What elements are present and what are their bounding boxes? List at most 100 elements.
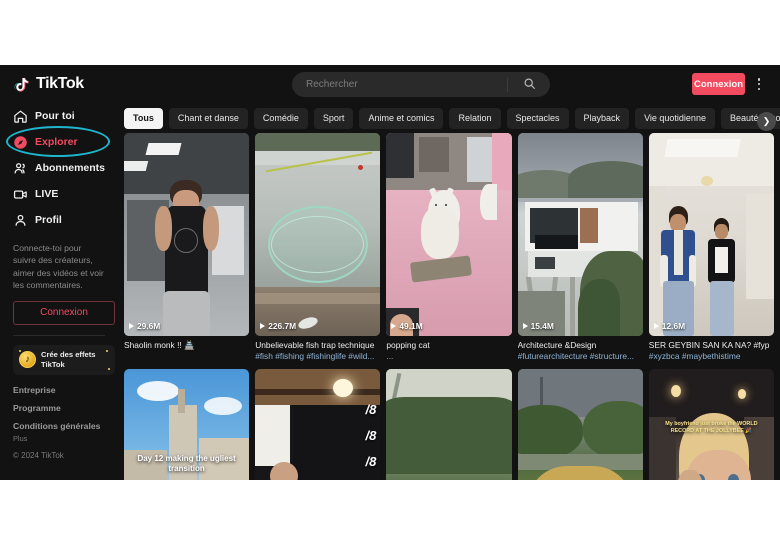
search-button[interactable]	[508, 72, 550, 97]
video-caption-text: Shaolin monk !! 🏯	[124, 340, 195, 350]
tab-sport[interactable]: Sport	[313, 107, 354, 129]
footer-link-conditions[interactable]: Conditions générales	[13, 421, 105, 431]
video-hashtags: ...	[386, 351, 394, 362]
view-count-badge: 49.1M	[391, 321, 423, 331]
score-overlay: /8 /8 /8 /8	[366, 397, 377, 480]
tab-playback[interactable]: Playback	[574, 107, 630, 129]
score-row: /8	[365, 402, 377, 418]
tiktok-logo[interactable]: TikTok	[12, 75, 120, 94]
footer-more-link[interactable]: Plus	[13, 434, 105, 443]
score-row: /8	[365, 454, 377, 470]
view-count-badge: 15.4M	[522, 321, 554, 331]
video-caption: Architecture &Design #futurearchitecture…	[518, 340, 643, 363]
thumbnail-art	[648, 133, 774, 336]
sidebar-item-abonnements[interactable]: Abonnements	[8, 155, 110, 181]
view-count-badge: 12.6M	[653, 321, 686, 331]
view-count-value: 12.6M	[661, 321, 686, 331]
video-thumbnail[interactable]	[386, 368, 512, 480]
video-card[interactable]: 12.6M SER GEYBIN SAN KA NA? #fyp #xyzbca…	[648, 133, 774, 363]
video-card[interactable]: 29.6M Shaolin monk !! 🏯	[124, 133, 250, 363]
copyright-text: © 2024 TikTok	[13, 450, 64, 460]
home-icon	[13, 109, 28, 124]
video-caption: SER GEYBIN SAN KA NA? #fyp #xyzbca #mayb…	[649, 340, 774, 363]
video-thumbnail[interactable]: 29.6M	[124, 133, 250, 336]
more-vertical-icon[interactable]	[752, 76, 766, 92]
video-overlay-text: My boyfriend just broke the WORLD RECORD…	[665, 421, 758, 435]
tab-tous[interactable]: Tous	[124, 107, 163, 129]
video-thumbnail[interactable]: 49.1M	[386, 133, 512, 336]
sidebar-item-live[interactable]: LIVE	[8, 181, 110, 207]
video-card[interactable]: 49.1M popping cat ...	[386, 133, 512, 363]
play-icon	[129, 323, 134, 329]
chevron-right-icon[interactable]: ❯	[757, 112, 776, 131]
search-bar[interactable]	[292, 72, 550, 97]
play-icon	[260, 323, 266, 329]
view-count-value: 29.6M	[137, 321, 161, 331]
view-count-value: 15.4M	[530, 321, 554, 331]
tiktok-app: TikTok Connexion	[0, 65, 780, 480]
video-thumbnail[interactable]: 15.4M	[517, 133, 643, 336]
video-caption-text: SER GEYBIN SAN KA NA? #fyp	[648, 340, 770, 350]
person-icon	[13, 213, 28, 228]
search-icon	[523, 77, 536, 93]
play-icon	[391, 323, 397, 329]
video-card[interactable]: 15.4M Architecture &Design #futurearchit…	[517, 133, 643, 363]
video-thumbnail[interactable]: 12.6M	[648, 133, 774, 336]
sidebar-item-label: Profil	[35, 214, 62, 226]
sidebar-item-explorer[interactable]: Explorer	[6, 126, 110, 157]
header-login-button[interactable]: Connexion	[692, 73, 745, 95]
tab-relation[interactable]: Relation	[449, 107, 501, 129]
thumbnail-art	[386, 368, 512, 480]
create-effects-card[interactable]: ♪ Crée des effets TikTok	[13, 344, 115, 375]
tab-comedie[interactable]: Comédie	[253, 107, 308, 129]
tiktok-note-icon	[12, 75, 31, 94]
footer-links: Entreprise Programme Conditions générale…	[13, 385, 105, 460]
video-caption-text: popping cat	[386, 340, 430, 350]
video-card[interactable]: My boyfriend just broke the WORLD RECORD…	[648, 368, 774, 480]
play-icon	[522, 323, 528, 329]
thumbnail-art	[517, 133, 643, 336]
tab-spectacles[interactable]: Spectacles	[506, 107, 569, 129]
view-count-badge: 29.6M	[129, 321, 160, 331]
sidebar-item-label: Abonnements	[35, 162, 106, 174]
video-thumbnail[interactable]: Day 12 making the ugliest transition	[124, 368, 250, 480]
left-sidebar: Pour toi Explorer Abonnements LIVE Profi…	[0, 103, 118, 480]
video-card[interactable]: 226.7M Unbelievable fish trap technique …	[255, 133, 381, 363]
footer-link-entreprise[interactable]: Entreprise	[13, 385, 105, 395]
thumbnail-art	[255, 133, 381, 336]
video-overlay-text: Day 12 making the ugliest transition	[137, 453, 236, 474]
tab-vie-quotidienne[interactable]: Vie quotidienne	[635, 107, 715, 129]
thumbnail-art	[517, 368, 643, 480]
tiktok-coin-icon: ♪	[19, 351, 36, 369]
video-thumbnail[interactable]	[517, 368, 643, 480]
video-thumbnail[interactable]: /8 /8 /8 /8	[255, 368, 381, 480]
thumbnail-art	[255, 368, 381, 480]
video-caption-text: Architecture &Design	[517, 340, 597, 350]
video-grid: 29.6M Shaolin monk !! 🏯 226.7M Unbelieva…	[118, 133, 780, 480]
sparkle-decor	[19, 349, 21, 352]
sidebar-item-label: Explorer	[35, 136, 78, 148]
video-card[interactable]: Day 12 making the ugliest transition	[124, 368, 250, 480]
footer-link-programme[interactable]: Programme	[13, 403, 105, 413]
search-input[interactable]	[292, 79, 507, 90]
score-row: /8	[366, 475, 377, 480]
video-hashtags: #futurearchitecture #structure...	[517, 351, 634, 362]
view-count-badge: 226.7M	[260, 321, 296, 331]
video-card[interactable]: /8 /8 /8 /8	[255, 368, 381, 480]
video-caption: popping cat ...	[386, 340, 511, 363]
top-header: TikTok Connexion	[0, 65, 780, 103]
video-thumbnail[interactable]: My boyfriend just broke the WORLD RECORD…	[648, 368, 774, 480]
sidebar-login-button[interactable]: Connexion	[13, 300, 115, 325]
video-caption-text: Unbelievable fish trap technique	[255, 340, 375, 350]
sidebar-item-profil[interactable]: Profil	[8, 207, 110, 233]
tab-anime-et-comics[interactable]: Anime et comics	[359, 107, 444, 129]
sidebar-divider	[13, 334, 105, 336]
play-icon	[653, 323, 659, 329]
view-count-value: 226.7M	[268, 321, 297, 331]
video-card[interactable]	[386, 368, 512, 480]
sidebar-item-pour-toi[interactable]: Pour toi	[8, 103, 110, 129]
tab-chant-et-danse[interactable]: Chant et danse	[168, 107, 248, 129]
video-card[interactable]	[517, 368, 643, 480]
sidebar-item-label: Pour toi	[35, 110, 75, 122]
video-thumbnail[interactable]: 226.7M	[255, 133, 381, 336]
